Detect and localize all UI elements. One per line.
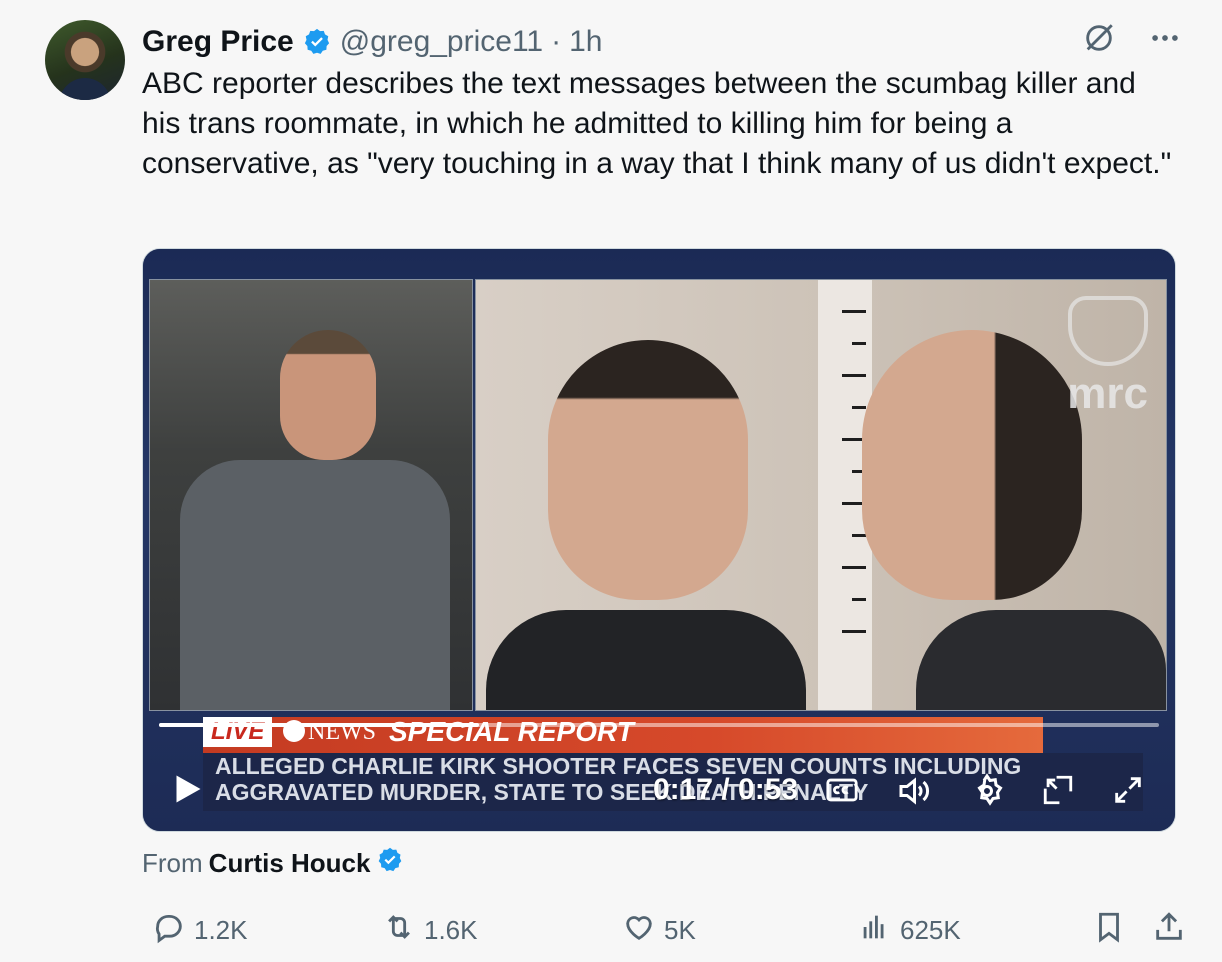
- mrc-shield-icon: [1067, 296, 1148, 366]
- mugshot-front-head: [548, 340, 748, 600]
- repost-count: 1.6K: [424, 915, 478, 945]
- settings-icon[interactable]: [969, 773, 1005, 814]
- share-icon: [1152, 910, 1186, 951]
- video-player[interactable]: mrc LIVE NEWS SPECIAL REPORT ALLEGED CHA…: [142, 248, 1176, 832]
- captions-icon[interactable]: [825, 773, 859, 812]
- like-button[interactable]: 5K: [622, 910, 696, 951]
- verified-badge-icon: [302, 27, 332, 57]
- reply-button[interactable]: 1.2K: [152, 910, 248, 951]
- grok-icon[interactable]: [1082, 21, 1116, 60]
- like-count: 5K: [664, 915, 696, 945]
- source-prefix: From: [142, 848, 203, 878]
- special-report-label: SPECIAL REPORT: [389, 716, 634, 747]
- source-name[interactable]: Curtis Houck: [209, 848, 371, 879]
- tweet-card[interactable]: Greg Price @greg_price11 · 1h ABC report…: [12, 0, 1210, 962]
- share-button[interactable]: [1152, 910, 1186, 951]
- mugshot-side-body: [916, 610, 1166, 710]
- video-source: From Curtis Houck: [142, 846, 404, 881]
- network-label: NEWS: [283, 717, 376, 747]
- separator-dot: ·: [551, 25, 562, 58]
- reply-icon: [152, 910, 186, 951]
- bookmark-button[interactable]: [1092, 910, 1126, 951]
- fullscreen-icon[interactable]: [1111, 773, 1145, 812]
- header-actions: [1082, 20, 1182, 60]
- reporter-body: [180, 460, 450, 710]
- reporter-video-panel: [149, 279, 473, 711]
- mrc-watermark: mrc: [1067, 296, 1148, 416]
- tweet-text: ABC reporter describes the text messages…: [142, 67, 1172, 180]
- video-controls: 0:17 / 0:53: [143, 759, 1175, 819]
- reporter-head: [280, 330, 376, 460]
- video-timecode: 0:17 / 0:53: [653, 773, 799, 806]
- author-name[interactable]: Greg Price: [142, 25, 294, 59]
- view-count: 625K: [900, 915, 961, 945]
- video-progress-fill: [159, 723, 479, 727]
- tweet-time[interactable]: 1h: [569, 25, 602, 59]
- play-icon[interactable]: [169, 771, 205, 812]
- more-options-icon[interactable]: [1148, 21, 1182, 60]
- video-progress-bar[interactable]: [159, 723, 1159, 727]
- avatar-shirt: [59, 78, 111, 100]
- live-label: LIVE: [203, 717, 273, 747]
- heart-icon: [622, 910, 656, 951]
- action-bar: 1.2K 1.6K 5K 625K: [142, 904, 1182, 952]
- tweet-header: Greg Price @greg_price11 · 1h: [142, 22, 1182, 62]
- author-avatar[interactable]: [45, 20, 125, 100]
- views-button[interactable]: 625K: [858, 910, 961, 951]
- bookmark-icon: [1092, 910, 1126, 951]
- mugshot-panel: mrc: [475, 279, 1167, 711]
- reply-count: 1.2K: [194, 915, 248, 945]
- mugshot-front-body: [486, 610, 806, 710]
- source-verified-badge-icon: [376, 846, 404, 881]
- repost-icon: [382, 910, 416, 951]
- author-handle[interactable]: @greg_price11: [340, 25, 543, 59]
- mugshot-side-head: [862, 330, 1082, 600]
- volume-icon[interactable]: [895, 773, 931, 814]
- pip-icon[interactable]: [1041, 773, 1075, 812]
- views-icon: [858, 910, 892, 951]
- mrc-text: mrc: [1067, 369, 1148, 418]
- repost-button[interactable]: 1.6K: [382, 910, 478, 951]
